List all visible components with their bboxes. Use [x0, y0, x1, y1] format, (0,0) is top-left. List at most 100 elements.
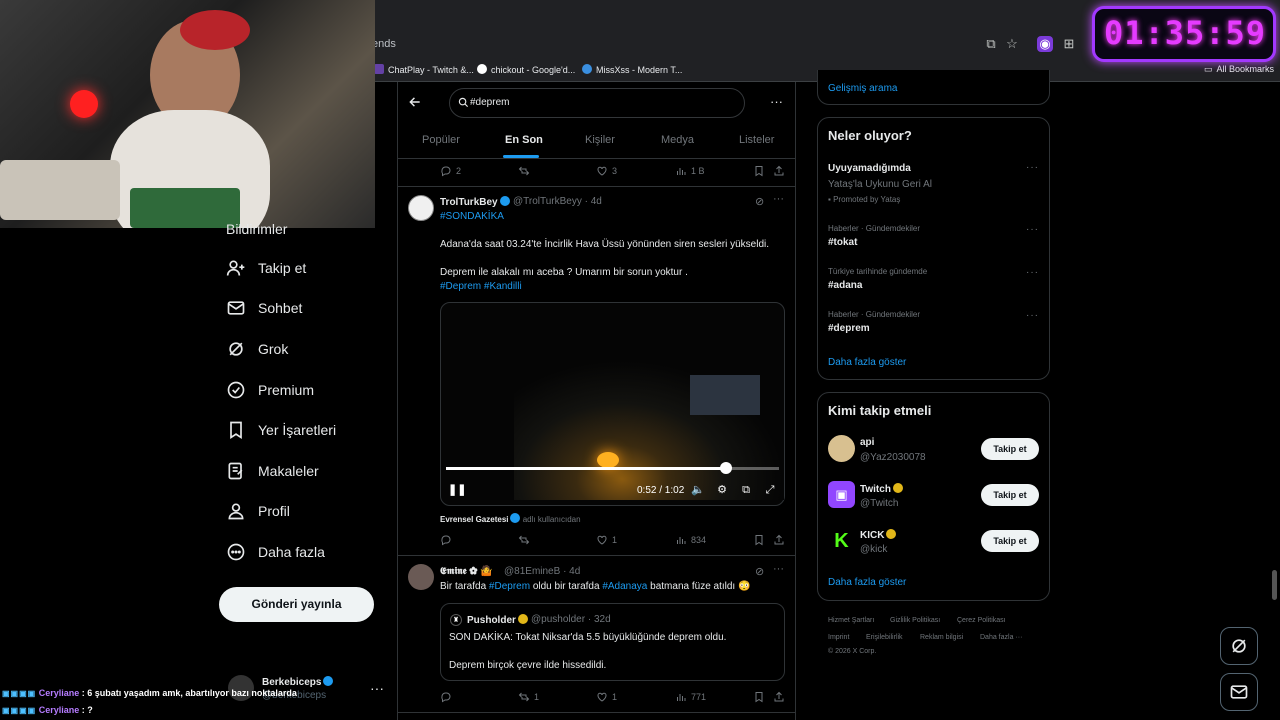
retweet-button[interactable]: 1: [518, 691, 539, 703]
hashtag-link[interactable]: #Deprem #Kandilli: [440, 281, 522, 292]
avatar[interactable]: [408, 564, 434, 590]
verified-icon: [510, 513, 521, 523]
share-icon[interactable]: [773, 165, 785, 177]
kick-logo-icon[interactable]: K: [828, 528, 855, 555]
volume-icon[interactable]: 🔈: [691, 483, 705, 497]
grok-float-button[interactable]: [1220, 627, 1258, 665]
video-scrubber-handle[interactable]: [720, 462, 732, 474]
like-button[interactable]: 1: [596, 691, 617, 703]
footer-link[interactable]: Daha fazla ···: [980, 634, 1022, 641]
scrollbar[interactable]: [1272, 570, 1277, 600]
views-count[interactable]: 834: [675, 534, 706, 546]
trend-item[interactable]: #deprem: [828, 323, 870, 334]
chatplay-icon: [374, 64, 384, 74]
footer-link[interactable]: Imprint: [828, 634, 849, 641]
hashtag-link[interactable]: #SONDAKİKA: [440, 211, 504, 222]
pause-icon[interactable]: ❚❚: [448, 483, 466, 497]
address-bar[interactable]: [340, 32, 1030, 56]
nav-grok[interactable]: Grok: [226, 336, 288, 362]
follow-button[interactable]: Takip et: [981, 530, 1039, 552]
more-dots-icon[interactable]: ···: [370, 680, 384, 696]
follow-button[interactable]: Takip et: [981, 484, 1039, 506]
back-arrow-icon[interactable]: [408, 95, 422, 109]
twitch-logo-icon[interactable]: ▣: [828, 481, 855, 508]
bookmark-missxss[interactable]: MissXss - Modern T...: [582, 64, 682, 75]
retweet-button[interactable]: [518, 165, 534, 177]
promo-subtitle: Yataş'la Uykunu Geri Al: [828, 179, 932, 190]
reply-button[interactable]: [440, 534, 456, 546]
share-icon[interactable]: [773, 691, 785, 703]
messages-float-button[interactable]: [1220, 673, 1258, 711]
fullscreen-icon[interactable]: ⤢: [763, 483, 777, 497]
like-button[interactable]: 3: [596, 165, 617, 177]
tweet-text: Adana'da saat 03.24'te İncirlik Hava Üss…: [440, 239, 769, 250]
article-icon: [228, 462, 243, 480]
avatar[interactable]: [828, 435, 855, 462]
more-dots-icon[interactable]: ···: [1026, 224, 1039, 235]
retweet-button[interactable]: [518, 534, 534, 546]
nav-premium[interactable]: Premium: [226, 377, 314, 403]
grok-icon[interactable]: ⊘: [755, 565, 764, 578]
tweet-author[interactable]: TrolTurkBey: [440, 196, 510, 208]
all-bookmarks[interactable]: ▭ All Bookmarks: [1204, 64, 1274, 75]
views-count[interactable]: 1 B: [675, 165, 705, 177]
reply-button[interactable]: 2: [440, 165, 461, 177]
divider: [397, 186, 796, 187]
bookmark-icon[interactable]: [753, 165, 765, 177]
tab-lists[interactable]: Listeler: [739, 134, 774, 146]
suggestion-name[interactable]: Twitch: [860, 483, 903, 495]
settings-gear-icon[interactable]: ⚙: [715, 483, 729, 497]
trend-item[interactable]: #tokat: [828, 237, 857, 248]
nav-profile[interactable]: Profil: [226, 498, 290, 524]
nav-notifications[interactable]: Bildirimler: [226, 216, 287, 242]
more-dots-icon[interactable]: ···: [773, 563, 784, 575]
more-dots-icon[interactable]: ···: [1026, 267, 1039, 278]
reply-button[interactable]: [440, 691, 456, 703]
pip-icon[interactable]: ⧉: [739, 483, 753, 497]
footer-link[interactable]: Gizlilik Politikası: [890, 617, 940, 624]
bookmark-chickout[interactable]: chickout - Google'd...: [477, 64, 575, 75]
tweet-author[interactable]: 𝕰𝖒𝖎𝖓𝖊 ✿ 🤷: [440, 566, 493, 577]
trend-item[interactable]: #adana: [828, 280, 862, 291]
post-button[interactable]: Gönderi yayınla: [219, 587, 374, 622]
share-icon[interactable]: [773, 534, 785, 546]
bookmark-icon[interactable]: [753, 691, 765, 703]
footer-link[interactable]: Reklam bilgisi: [920, 634, 963, 641]
show-more-link[interactable]: Daha fazla göster: [828, 577, 906, 588]
more-dots-icon[interactable]: ···: [1026, 162, 1039, 173]
nav-bookmarks[interactable]: Yer İşaretleri: [226, 417, 336, 443]
footer-link[interactable]: Hizmet Şartları: [828, 617, 874, 624]
tab-latest[interactable]: En Son: [505, 134, 543, 146]
nav-chat[interactable]: Sohbet: [226, 295, 302, 321]
bookmark-chatplay[interactable]: ChatPlay - Twitch &...: [374, 64, 474, 75]
views-count[interactable]: 771: [675, 691, 706, 703]
nav-articles[interactable]: Makaleler: [226, 458, 319, 484]
footer-link[interactable]: Çerez Politikası: [957, 617, 1006, 624]
footer-link[interactable]: Erişilebilirlik: [866, 634, 903, 641]
suggestion-name[interactable]: KICK: [860, 529, 897, 541]
more-dots-icon[interactable]: ···: [770, 94, 783, 109]
promo-title[interactable]: Uyuyamadığımda: [828, 163, 911, 174]
reply-icon: [441, 166, 451, 177]
extension-icon[interactable]: ◉: [1037, 36, 1053, 52]
tab-popular[interactable]: Popüler: [422, 134, 460, 146]
tab-media[interactable]: Medya: [661, 134, 694, 146]
bookmark-icon[interactable]: [753, 534, 765, 546]
avatar[interactable]: [408, 195, 434, 221]
suggestion-name[interactable]: api: [860, 437, 874, 448]
grok-icon[interactable]: ⊘: [755, 195, 764, 208]
video-source[interactable]: Evrensel Gazetesi adlı kullanıcıdan: [440, 513, 581, 524]
cast-icon[interactable]: ⧉: [983, 36, 999, 52]
show-more-link[interactable]: Daha fazla göster: [828, 357, 906, 368]
more-dots-icon[interactable]: ···: [1026, 310, 1039, 321]
nav-more[interactable]: Daha fazla: [226, 539, 325, 565]
more-dots-icon[interactable]: ···: [773, 193, 784, 205]
extensions-puzzle-icon[interactable]: ⊞: [1061, 36, 1077, 52]
nav-follow[interactable]: Takip et: [226, 255, 306, 281]
advanced-search-link[interactable]: Gelişmiş arama: [828, 83, 897, 94]
follow-button[interactable]: Takip et: [981, 438, 1039, 460]
tab-people[interactable]: Kişiler: [585, 134, 615, 146]
like-button[interactable]: 1: [596, 534, 617, 546]
verified-icon: [886, 529, 897, 539]
bookmark-star-icon[interactable]: ☆: [1004, 36, 1020, 52]
